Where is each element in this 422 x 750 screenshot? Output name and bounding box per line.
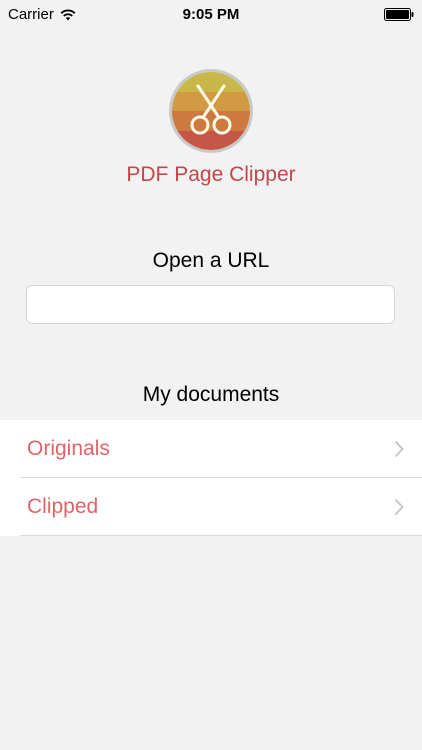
status-bar: Carrier 9:05 PM	[0, 0, 422, 30]
status-time: 9:05 PM	[182, 6, 240, 23]
list-item-clipped[interactable]: Clipped	[0, 478, 422, 536]
list-item-label: Clipped	[27, 495, 99, 518]
chevron-right-icon	[394, 498, 404, 516]
list-item-originals[interactable]: Originals	[0, 420, 422, 478]
divider	[20, 535, 422, 536]
battery-icon	[384, 8, 414, 21]
app-logo	[169, 69, 253, 153]
chevron-right-icon	[394, 440, 404, 458]
url-input[interactable]	[26, 285, 395, 324]
open-url-label: Open a URL	[152, 249, 270, 272]
scissors-icon	[172, 72, 250, 150]
documents-list: Originals Clipped	[0, 420, 422, 536]
my-documents-heading: My documents	[142, 383, 280, 406]
app-title: PDF Page Clipper	[126, 163, 296, 186]
list-item-label: Originals	[27, 437, 110, 460]
